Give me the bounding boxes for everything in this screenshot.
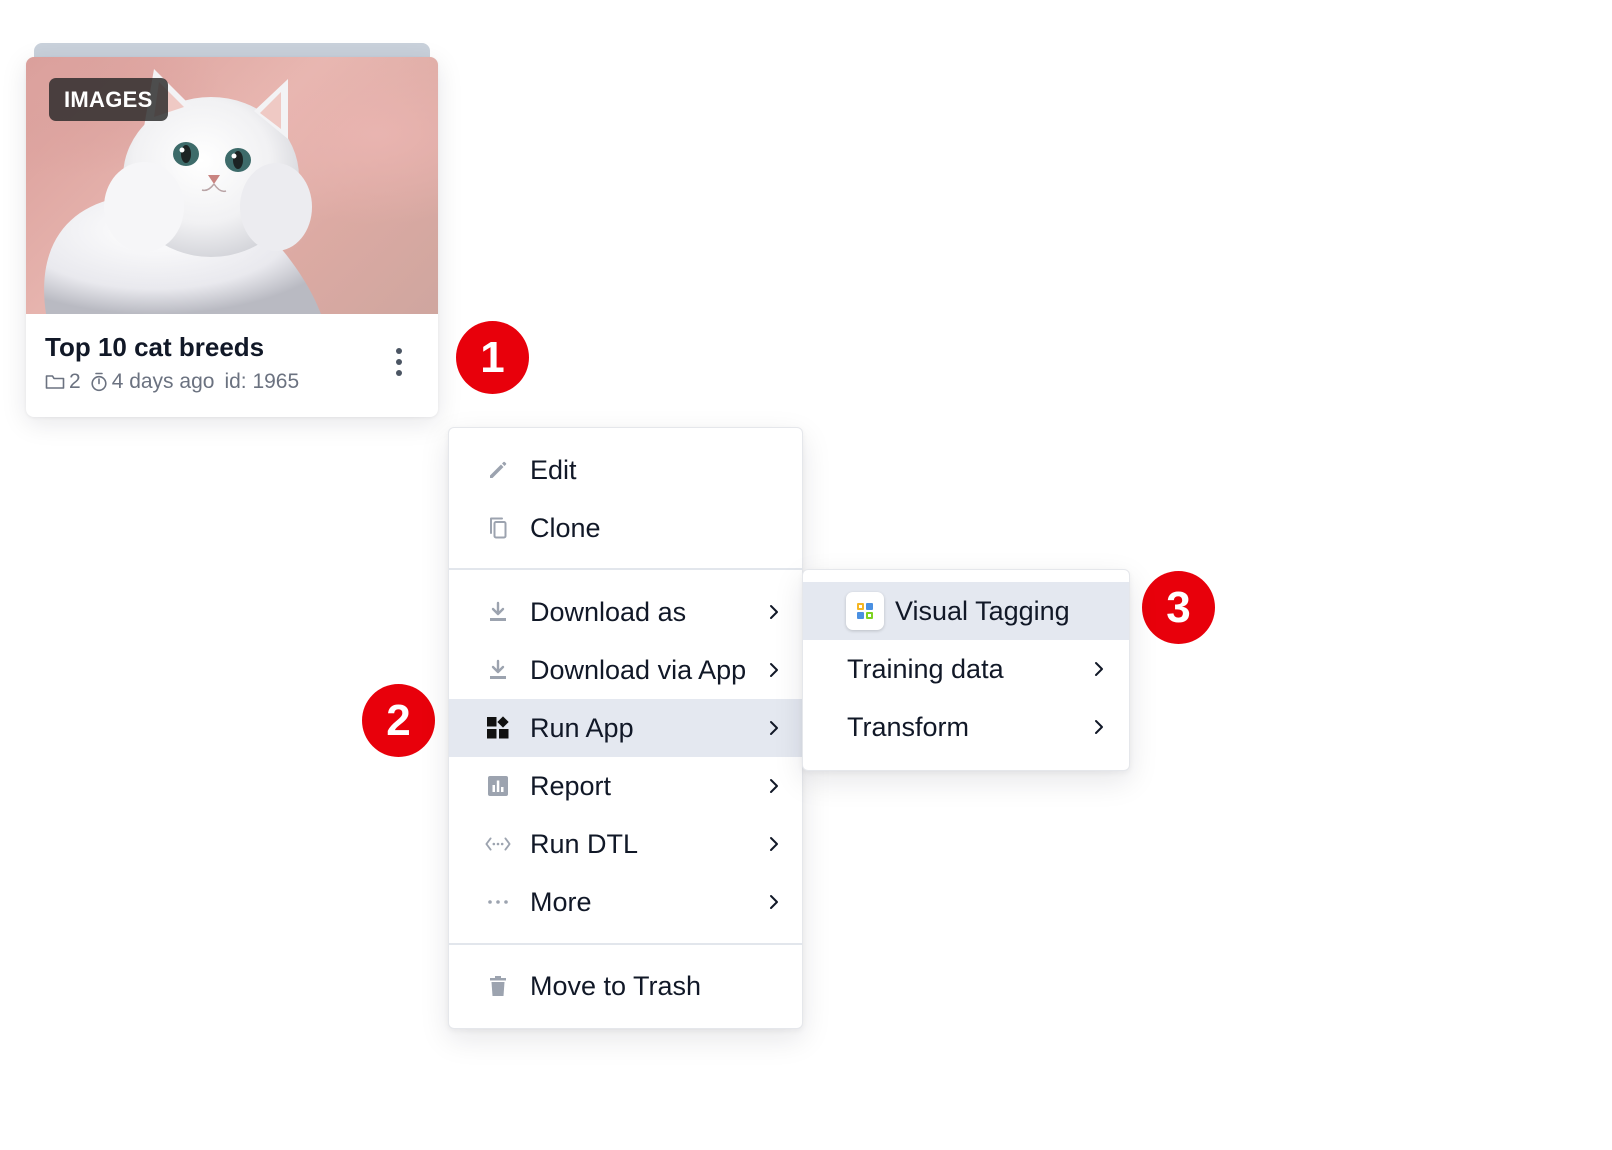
menu-item-label: Report <box>530 770 612 801</box>
step-marker-1: 1 <box>456 321 529 394</box>
chevron-right-icon <box>1093 660 1107 678</box>
submenu-item-label: Transform <box>847 711 970 742</box>
menu-item-label: Run App <box>530 712 634 743</box>
run-app-submenu: Visual Tagging Training data Transform <box>802 569 1130 771</box>
menu-item-clone[interactable]: Clone <box>449 499 802 557</box>
menu-divider <box>449 943 802 945</box>
chevron-right-icon <box>768 835 782 853</box>
step-marker-2: 2 <box>362 684 435 757</box>
submenu-item-label: Training data <box>847 653 1004 684</box>
ellipsis-icon <box>485 889 511 915</box>
menu-item-run-dtl[interactable]: Run DTL <box>449 815 802 873</box>
project-thumbnail: IMAGES <box>26 57 438 314</box>
menu-item-label: Clone <box>530 512 601 543</box>
type-badge: IMAGES <box>49 78 168 121</box>
menu-item-report[interactable]: Report <box>449 757 802 815</box>
submenu-item-training-data[interactable]: Training data <box>803 640 1129 698</box>
download-icon <box>485 599 511 625</box>
submenu-item-visual-tagging[interactable]: Visual Tagging <box>803 582 1129 640</box>
chevron-right-icon <box>768 719 782 737</box>
step-marker-3: 3 <box>1142 571 1215 644</box>
kebab-vertical-icon[interactable] <box>386 345 412 379</box>
chevron-right-icon <box>768 661 782 679</box>
chart-icon <box>485 773 511 799</box>
menu-item-label: Move to Trash <box>530 970 702 1001</box>
project-id: id: 1965 <box>224 370 300 393</box>
chevron-right-icon <box>768 893 782 911</box>
pencil-icon <box>485 457 511 483</box>
download-icon <box>485 657 511 683</box>
chevron-right-icon <box>1093 718 1107 736</box>
menu-item-run-app[interactable]: Run App <box>449 699 802 757</box>
chevron-right-icon <box>768 603 782 621</box>
submenu-item-label: Visual Tagging <box>895 595 1070 626</box>
trash-icon <box>485 973 511 999</box>
menu-item-label: Download as <box>530 596 687 627</box>
menu-divider <box>449 568 802 570</box>
datasets-count: 2 <box>69 370 81 393</box>
copy-icon <box>485 515 511 541</box>
visual-tagging-app-icon <box>846 592 884 630</box>
code-arrows-icon <box>485 831 511 857</box>
menu-item-more[interactable]: More <box>449 873 802 931</box>
context-menu: Edit Clone Download as Download via App <box>448 427 803 1029</box>
menu-item-label: Download via App <box>530 654 747 685</box>
menu-item-download-as[interactable]: Download as <box>449 583 802 641</box>
project-meta: 2 4 days ago id: 1965 <box>45 369 299 395</box>
menu-item-label: Run DTL <box>530 828 639 859</box>
updated-time: 4 days ago <box>111 370 215 393</box>
menu-item-label: Edit <box>530 454 577 485</box>
chevron-right-icon <box>768 777 782 795</box>
folder-icon <box>45 374 65 390</box>
project-card[interactable]: IMAGES Top 10 cat breeds 2 4 days ago id… <box>26 57 438 417</box>
menu-item-edit[interactable]: Edit <box>449 441 802 499</box>
menu-item-label: More <box>530 886 592 917</box>
menu-item-move-to-trash[interactable]: Move to Trash <box>449 957 802 1015</box>
stopwatch-icon <box>90 372 108 392</box>
project-title[interactable]: Top 10 cat breeds <box>45 332 264 363</box>
submenu-item-transform[interactable]: Transform <box>803 698 1129 756</box>
apps-grid-icon <box>485 715 511 741</box>
menu-item-download-via-app[interactable]: Download via App <box>449 641 802 699</box>
